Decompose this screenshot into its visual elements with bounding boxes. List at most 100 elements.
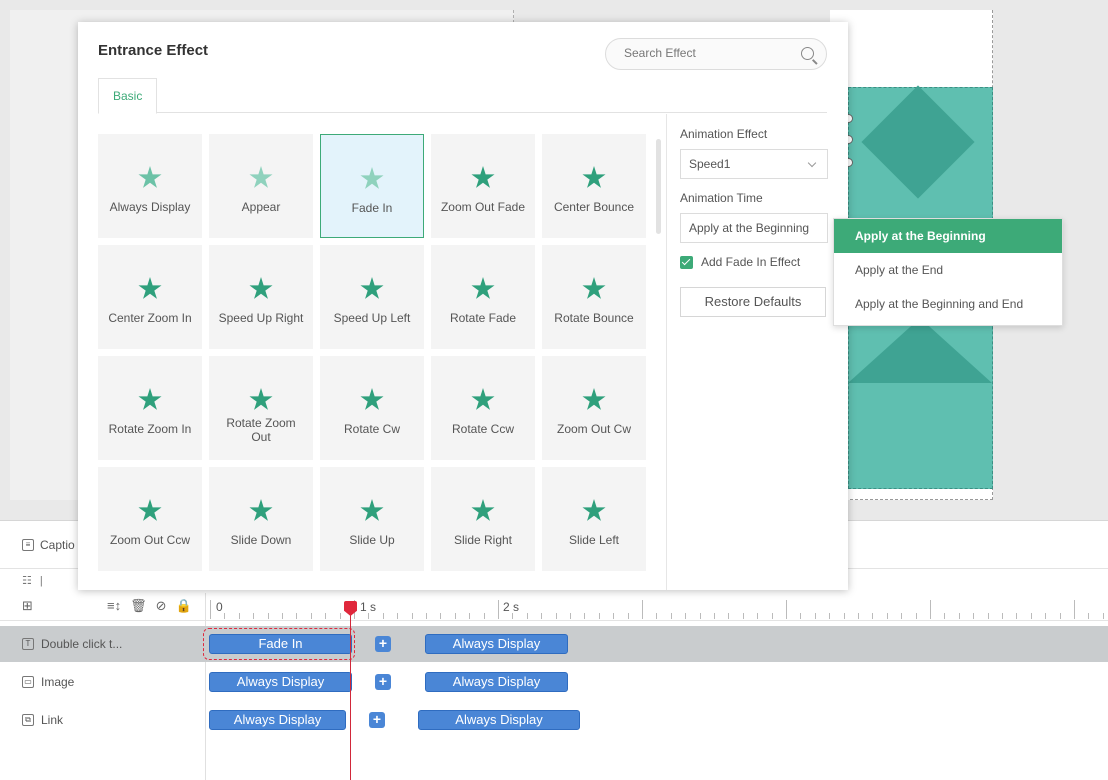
- animation-time-select[interactable]: Apply at the Beginning: [680, 213, 828, 243]
- star-rotate-ccw-icon: [471, 386, 495, 414]
- add-effect-button[interactable]: +: [375, 636, 391, 652]
- ruler-tick: [973, 613, 975, 619]
- effect-card[interactable]: Speed Up Left: [320, 245, 424, 349]
- ruler-tick: [814, 613, 816, 619]
- clip-always-display[interactable]: Always Display: [209, 672, 352, 692]
- restore-defaults-button[interactable]: Restore Defaults: [680, 287, 826, 317]
- ruler-label: 2 s: [503, 600, 520, 614]
- search-input[interactable]: [624, 46, 794, 60]
- chevron-down-icon: [807, 158, 817, 168]
- ruler-tick: [1045, 613, 1047, 619]
- caption-label: Captio: [40, 538, 75, 552]
- ruler-tick: [714, 613, 715, 619]
- animation-time-label: Animation Time: [680, 191, 763, 205]
- ruler-tick: [829, 613, 831, 619]
- caption-icon: ≡: [22, 539, 34, 551]
- ruler-tick: [670, 613, 672, 619]
- ruler-tick: [483, 613, 485, 619]
- effect-label: Rotate Bounce: [554, 311, 634, 325]
- effect-card[interactable]: Appear: [209, 134, 313, 238]
- ruler-tick: [958, 613, 960, 619]
- effect-card[interactable]: Slide Right: [431, 467, 535, 571]
- ruler-tick: [1030, 613, 1032, 619]
- effect-label: Slide Right: [453, 533, 513, 547]
- effect-card[interactable]: Rotate Ccw: [431, 356, 535, 460]
- ruler-tick: [584, 613, 586, 619]
- ruler-tick: [757, 613, 759, 619]
- track-label: Link: [41, 713, 64, 727]
- group-icon[interactable]: ⊞: [22, 598, 33, 614]
- ruler-tick: [627, 613, 629, 619]
- visibility-icon[interactable]: ⊘: [156, 598, 167, 614]
- ruler-tick: [613, 613, 615, 619]
- star-slide-right-icon: [471, 497, 495, 525]
- delete-icon[interactable]: 🗑: [130, 598, 147, 614]
- effect-card[interactable]: Zoom Out Ccw: [98, 467, 202, 571]
- effect-card[interactable]: Speed Up Right: [209, 245, 313, 349]
- effects-grid: Always Display Appear Fade In Zoom Out Fade…: [98, 134, 648, 574]
- link-icon: ⧉: [22, 714, 34, 726]
- clip-always-display[interactable]: Always Display: [209, 710, 346, 730]
- ruler-tick: [1002, 613, 1003, 619]
- ruler-tick: [642, 600, 643, 619]
- effect-card[interactable]: Slide Down: [209, 467, 313, 571]
- effect-label: Always Display: [109, 200, 191, 214]
- dialog-title: Entrance Effect: [98, 42, 209, 59]
- effect-label: Speed Up Right: [218, 311, 304, 325]
- track-row-link[interactable]: ⧉ Link Always Display + Always Display: [0, 702, 1108, 738]
- star-zoom-out-icon: [471, 164, 495, 192]
- effect-card[interactable]: Rotate Bounce: [542, 245, 646, 349]
- sort-icon[interactable]: ≡↕: [107, 598, 121, 614]
- effect-card[interactable]: Fade In: [320, 134, 424, 238]
- effect-label: Speed Up Left: [333, 311, 411, 325]
- ruler-tick: [901, 613, 903, 619]
- effect-card[interactable]: Always Display: [98, 134, 202, 238]
- ruler-tick: [1059, 613, 1061, 619]
- ruler-tick: [397, 613, 399, 619]
- effect-card[interactable]: Slide Left: [542, 467, 646, 571]
- menu-item-beginning-and-end[interactable]: Apply at the Beginning and End: [834, 287, 1062, 321]
- tab-basic[interactable]: Basic: [98, 78, 158, 114]
- star-slide-up-icon: [360, 497, 384, 525]
- search-box[interactable]: [605, 38, 827, 70]
- ruler-tick: [253, 613, 255, 619]
- effect-card[interactable]: Zoom Out Fade: [431, 134, 535, 238]
- effect-card[interactable]: Center Zoom In: [98, 245, 202, 349]
- track-row-text[interactable]: T Double click t... Fade In + Always Dis…: [0, 626, 1108, 662]
- menu-item-end[interactable]: Apply at the End: [834, 253, 1062, 287]
- effect-card[interactable]: Zoom Out Cw: [542, 356, 646, 460]
- effect-card[interactable]: Rotate Cw: [320, 356, 424, 460]
- effect-card[interactable]: Center Bounce: [542, 134, 646, 238]
- track-row-image[interactable]: ▭ Image Always Display + Always Display: [0, 664, 1108, 700]
- ruler-tick: [699, 613, 701, 619]
- fade-in-checkbox[interactable]: [680, 255, 693, 269]
- animation-effect-select[interactable]: Speed1: [680, 149, 828, 179]
- star-rotate-fade-icon: [471, 275, 495, 303]
- star-speed-left-icon: [360, 275, 384, 303]
- ruler-tick: [210, 600, 211, 619]
- add-effect-button[interactable]: +: [375, 674, 391, 690]
- layers-icon[interactable]: ☷: [22, 574, 32, 587]
- search-icon[interactable]: [801, 47, 814, 60]
- effect-card[interactable]: Rotate Zoom Out: [209, 356, 313, 460]
- grid-scrollbar[interactable]: [656, 139, 661, 234]
- clip-always-display[interactable]: Always Display: [418, 710, 580, 730]
- effect-card[interactable]: Slide Up: [320, 467, 424, 571]
- effect-label: Slide Up: [349, 533, 395, 547]
- lock-icon[interactable]: 🔒: [176, 598, 192, 614]
- effect-card[interactable]: Rotate Zoom In: [98, 356, 202, 460]
- fade-in-option[interactable]: Add Fade In Effect: [680, 255, 828, 269]
- star-icon: [360, 165, 384, 193]
- ruler-tick: [570, 613, 571, 619]
- add-effect-button[interactable]: +: [369, 712, 385, 728]
- clip-always-display[interactable]: Always Display: [425, 634, 568, 654]
- ruler-tick: [685, 613, 687, 619]
- effect-card[interactable]: Rotate Fade: [431, 245, 535, 349]
- clip-always-display[interactable]: Always Display: [425, 672, 568, 692]
- star-icon: [138, 164, 162, 192]
- star-zoom-out-cw-icon: [582, 386, 606, 414]
- menu-item-beginning[interactable]: Apply at the Beginning: [834, 219, 1062, 253]
- fade-in-label: Add Fade In Effect: [701, 255, 801, 269]
- effect-label: Center Bounce: [553, 200, 635, 214]
- ruler-tick: [526, 613, 528, 619]
